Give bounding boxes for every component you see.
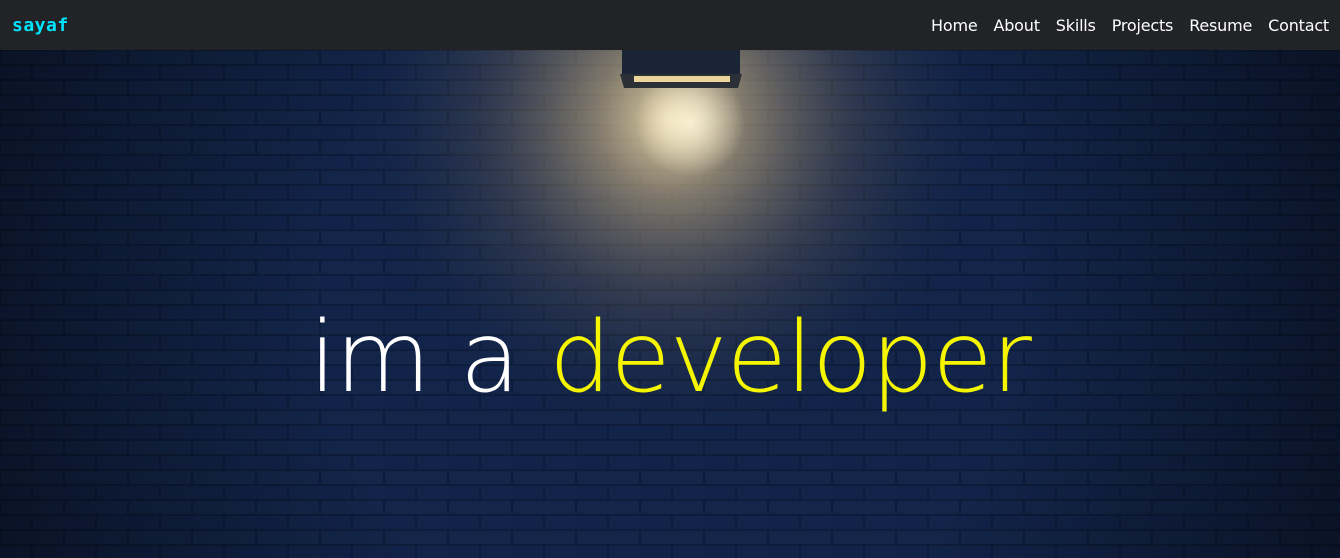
nav-link-home[interactable]: Home [931, 16, 978, 35]
nav-link-projects[interactable]: Projects [1112, 16, 1174, 35]
nav-links: Home About Skills Projects Resume Contac… [931, 16, 1329, 35]
brand-logo[interactable]: sayaf [12, 15, 69, 36]
wall-lamp-icon [620, 50, 742, 88]
hero-headline-highlight: developer [549, 301, 1032, 415]
nav-link-about[interactable]: About [993, 16, 1040, 35]
hero-headline-prefix: im a [309, 301, 550, 415]
nav-link-skills[interactable]: Skills [1056, 16, 1096, 35]
hero-section: im a developer [0, 50, 1340, 558]
navbar: sayaf Home About Skills Projects Resume … [0, 0, 1340, 50]
nav-link-resume[interactable]: Resume [1189, 16, 1252, 35]
hero-headline: im a developer [0, 298, 1340, 418]
nav-link-contact[interactable]: Contact [1268, 16, 1329, 35]
